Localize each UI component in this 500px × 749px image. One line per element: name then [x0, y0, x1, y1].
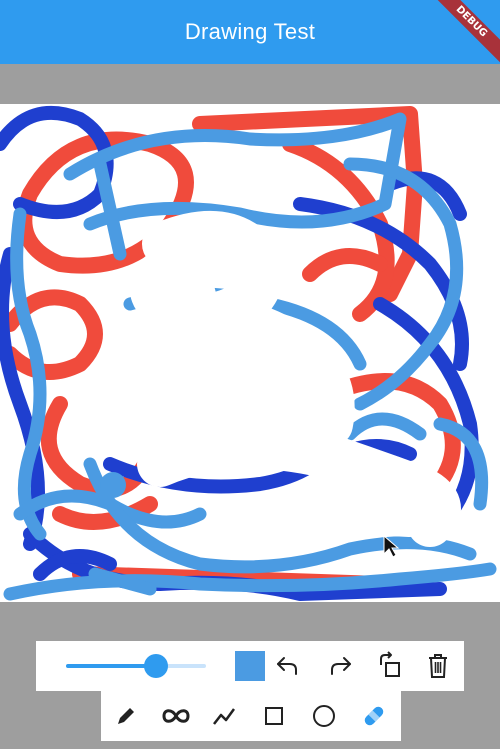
drawing-canvas[interactable] — [0, 104, 500, 602]
pencil-icon[interactable] — [111, 701, 141, 731]
toolbar-bottom — [101, 691, 401, 741]
square-icon[interactable] — [259, 701, 289, 731]
debug-banner: DEBUG — [426, 0, 500, 67]
undo-icon[interactable] — [272, 651, 302, 681]
polyline-icon[interactable] — [209, 701, 239, 731]
color-swatch[interactable] — [235, 651, 265, 681]
circle-icon[interactable] — [309, 701, 339, 731]
app-title: Drawing Test — [184, 19, 316, 44]
eraser-icon[interactable] — [359, 701, 389, 731]
infinity-icon[interactable] — [159, 701, 193, 731]
delete-icon[interactable] — [422, 649, 454, 683]
slider-thumb[interactable] — [143, 654, 168, 678]
rotate-icon[interactable] — [374, 649, 406, 683]
slider-active-track — [66, 664, 156, 668]
toolbar-top — [36, 641, 464, 691]
stroke-width-slider[interactable] — [66, 654, 206, 678]
redo-icon[interactable] — [326, 651, 356, 681]
app-bar: Drawing Test DEBUG — [0, 0, 500, 67]
